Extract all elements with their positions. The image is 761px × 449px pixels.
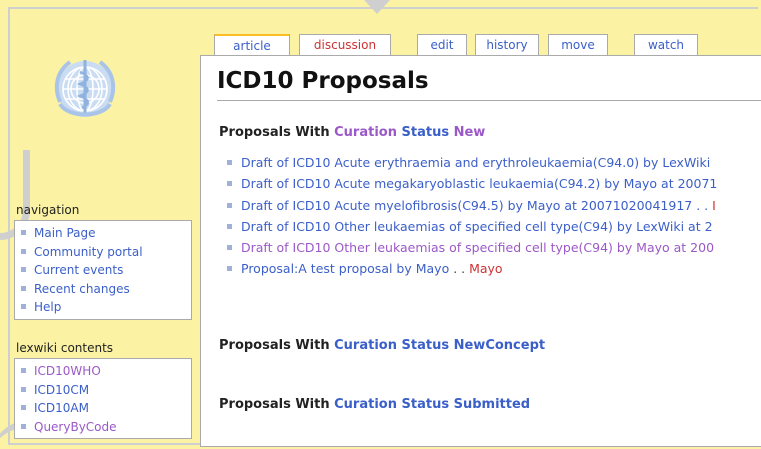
nav-item-recent-changes[interactable]: Recent changes [21, 280, 191, 299]
lex-link[interactable]: QueryByCode [34, 420, 117, 434]
section-heading-newconcept: Proposals With Curation Status NewConcep… [219, 338, 545, 353]
tab-history[interactable]: history [475, 34, 539, 56]
proposal-link[interactable]: Draft of ICD10 Other leukaemias of speci… [241, 240, 714, 255]
bullet-icon [227, 160, 232, 165]
bullet-icon [21, 405, 26, 410]
bullet-icon [21, 267, 26, 272]
bullet-icon [227, 181, 232, 187]
lex-link[interactable]: ICD10CM [34, 383, 89, 397]
proposal-user-link[interactable]: Mayo [469, 261, 503, 276]
status-link[interactable]: Status [402, 125, 450, 140]
nav-link[interactable]: Recent changes [34, 282, 130, 296]
section-heading-new: Proposals With Curation Status New [219, 125, 485, 140]
bullet-icon [227, 266, 232, 272]
tab-move[interactable]: move [548, 34, 608, 56]
proposal-link[interactable]: Draft of ICD10 Other leukaemias of speci… [241, 219, 713, 234]
bullet-icon [21, 386, 26, 392]
section-prefix: Proposals With [219, 338, 335, 353]
bullet-icon [21, 304, 26, 309]
bullet-icon [21, 368, 26, 373]
nav-item-help[interactable]: Help [21, 298, 191, 317]
list-item: Draft of ICD10 Acute erythraemia and ery… [227, 152, 717, 173]
nav-item-community-portal[interactable]: Community portal [21, 243, 191, 262]
curation-link[interactable]: Curation [334, 397, 397, 412]
nav-item-main-page[interactable]: Main Page [21, 224, 191, 243]
proposal-link[interactable]: Proposal:A test proposal by Mayo [241, 261, 449, 276]
section-prefix: Proposals With [219, 397, 335, 412]
curation-link[interactable]: Curation [334, 125, 397, 140]
lex-link[interactable]: ICD10WHO [34, 364, 101, 378]
title-divider [217, 100, 761, 101]
proposal-link[interactable]: Draft of ICD10 Acute myelofibrosis(C94.5… [241, 198, 708, 213]
proposal-list: Draft of ICD10 Acute erythraemia and ery… [227, 152, 717, 280]
nav-link[interactable]: Community portal [34, 245, 143, 259]
nav-link[interactable]: Main Page [34, 226, 96, 240]
section-heading-submitted: Proposals With Curation Status Submitted [219, 397, 530, 412]
proposal-link[interactable]: Draft of ICD10 Acute erythraemia and ery… [241, 155, 710, 170]
lex-link[interactable]: ICD10AM [34, 401, 89, 415]
navigation-portlet: navigation Main Page Community portal Cu… [14, 203, 192, 320]
curation-link[interactable]: Curation [334, 338, 397, 353]
status-link[interactable]: Status [402, 338, 450, 353]
lex-item-icd10am[interactable]: ICD10AM [21, 399, 191, 418]
tab-article[interactable]: article [214, 34, 290, 57]
bullet-icon [21, 230, 26, 235]
list-item: Draft of ICD10 Other leukaemias of speci… [227, 216, 717, 237]
lex-item-querybycode[interactable]: QueryByCode [21, 418, 191, 437]
list-item: Draft of ICD10 Acute myelofibrosis(C94.5… [227, 195, 717, 216]
bullet-icon [21, 285, 26, 291]
who-emblem-logo[interactable] [44, 52, 126, 128]
nav-link[interactable]: Current events [34, 263, 123, 277]
frame-pointer [364, 0, 390, 14]
lex-item-icd10cm[interactable]: ICD10CM [21, 381, 191, 400]
separator-dots: . . [449, 261, 470, 277]
nav-item-current-events[interactable]: Current events [21, 261, 191, 280]
tab-discussion[interactable]: discussion [299, 34, 391, 56]
nav-link[interactable]: Help [34, 300, 61, 314]
navigation-heading: navigation [16, 203, 80, 217]
list-item: Draft of ICD10 Acute megakaryoblastic le… [227, 173, 717, 194]
content-panel: ICD10 Proposals Proposals With Curation … [200, 55, 761, 447]
status-link[interactable]: Status [402, 397, 450, 412]
lex-item-icd10who[interactable]: ICD10WHO [21, 362, 191, 381]
list-item: Draft of ICD10 Other leukaemias of speci… [227, 237, 717, 258]
lexwiki-contents-body: ICD10WHO ICD10CM ICD10AM QueryByCode [14, 358, 192, 439]
bullet-icon [227, 202, 232, 208]
status-value-link[interactable]: Submitted [454, 397, 530, 412]
lexwiki-contents-heading: lexwiki contents [16, 341, 114, 355]
tab-edit[interactable]: edit [417, 34, 467, 56]
status-value-link[interactable]: New [454, 125, 486, 140]
list-item: Proposal:A test proposal by Mayo . . May… [227, 258, 717, 279]
tab-watch[interactable]: watch [634, 34, 698, 56]
proposal-link[interactable]: Draft of ICD10 Acute megakaryoblastic le… [241, 176, 717, 191]
bullet-icon [21, 248, 26, 254]
page-title: ICD10 Proposals [217, 68, 429, 94]
navigation-body: Main Page Community portal Current event… [14, 220, 192, 320]
bullet-icon [21, 423, 26, 429]
bullet-icon [227, 245, 232, 251]
status-value-link[interactable]: NewConcept [454, 338, 545, 353]
lexwiki-contents-portlet: lexwiki contents ICD10WHO ICD10CM ICD10A… [14, 341, 192, 439]
proposal-user-link[interactable]: I [712, 198, 716, 213]
bullet-icon [227, 223, 232, 229]
section-prefix: Proposals With [219, 125, 335, 140]
